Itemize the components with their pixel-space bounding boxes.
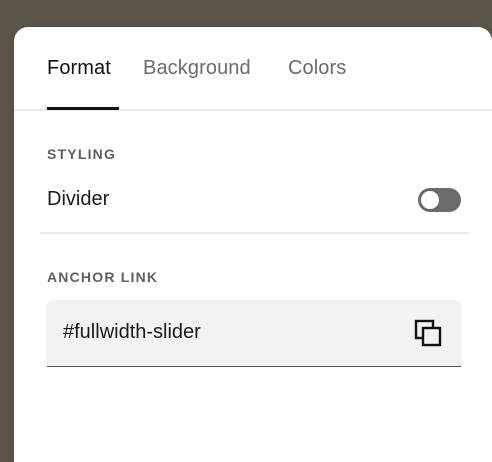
divider-label: Divider	[47, 188, 110, 210]
tab-background[interactable]: Background	[143, 57, 251, 80]
toggle-knob	[421, 191, 439, 209]
tab-format[interactable]: Format	[47, 57, 111, 80]
anchor-link-field[interactable]	[47, 300, 461, 367]
section-divider	[40, 232, 469, 234]
copy-icon[interactable]	[414, 319, 442, 347]
anchor-link-input[interactable]	[63, 321, 383, 344]
styling-section-label: STYLING	[47, 146, 117, 162]
tab-colors[interactable]: Colors	[288, 57, 346, 80]
anchor-link-section-label: ANCHOR LINK	[47, 269, 159, 285]
tab-bar: Format Background Colors	[14, 27, 492, 111]
section-settings-panel: Format Background Colors STYLING Divider…	[14, 27, 492, 462]
active-tab-indicator	[47, 107, 119, 110]
divider-toggle[interactable]	[418, 188, 461, 212]
